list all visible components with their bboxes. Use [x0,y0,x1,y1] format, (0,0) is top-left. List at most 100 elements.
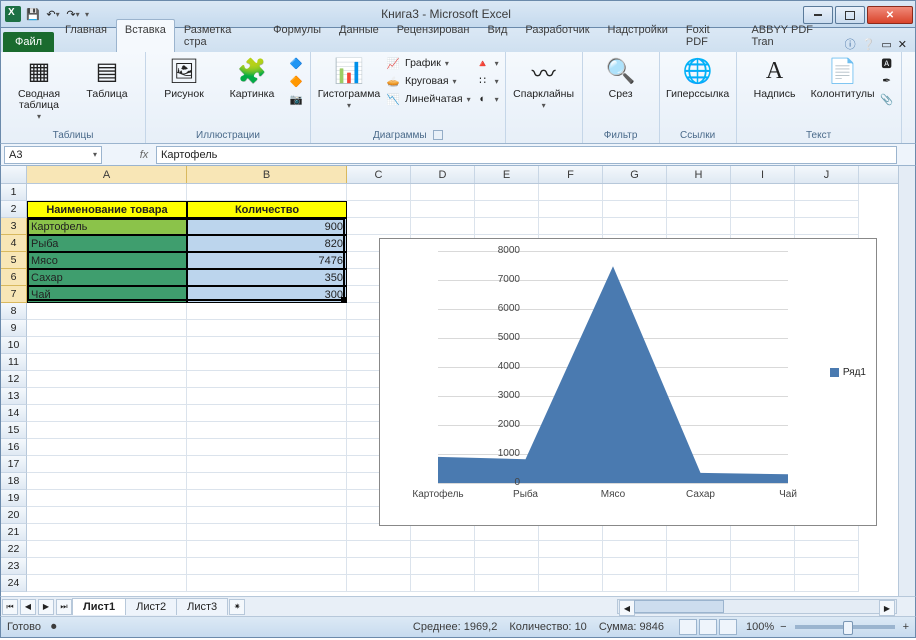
pivot-table-button[interactable]: ▦Сводная таблица▾ [7,55,71,122]
cell[interactable]: Наименование товара [27,201,187,218]
cell[interactable] [475,218,539,235]
column-header[interactable]: F [539,166,603,183]
pie-chart-button[interactable]: 🥧Круговая ▾ [385,73,471,89]
cell[interactable] [27,388,187,405]
normal-view-button[interactable] [679,619,697,635]
zoom-in-button[interactable]: + [903,621,909,633]
cell[interactable] [731,575,795,592]
row-header[interactable]: 3 [1,218,27,235]
cell[interactable] [347,524,411,541]
horizontal-scrollbar[interactable]: ◀ ▶ [617,599,897,614]
cell[interactable] [411,558,475,575]
row-header[interactable]: 21 [1,524,27,541]
row-header[interactable]: 1 [1,184,27,201]
new-sheet-button[interactable]: ✷ [229,599,245,615]
cell[interactable] [603,524,667,541]
row-header[interactable]: 16 [1,439,27,456]
cell[interactable] [27,337,187,354]
cell[interactable] [603,184,667,201]
cell[interactable] [795,524,859,541]
cell[interactable] [347,558,411,575]
cell[interactable] [475,575,539,592]
cell[interactable] [731,558,795,575]
cell[interactable] [187,558,347,575]
cell[interactable] [795,541,859,558]
macro-record-icon[interactable]: ⏺ [51,621,57,634]
table-button[interactable]: ▤Таблица [75,55,139,100]
cell[interactable] [27,354,187,371]
cell[interactable] [731,218,795,235]
cell[interactable] [27,405,187,422]
cell[interactable] [411,541,475,558]
cell[interactable] [187,456,347,473]
cell[interactable] [27,541,187,558]
cell[interactable] [347,541,411,558]
cell[interactable] [667,218,731,235]
ribbon-tab[interactable]: Главная [56,19,116,52]
row-header[interactable]: 2 [1,201,27,218]
cell[interactable] [539,218,603,235]
page-break-view-button[interactable] [719,619,737,635]
cell[interactable] [27,371,187,388]
ribbon-tab[interactable]: Вид [478,19,516,52]
row-header[interactable]: 14 [1,405,27,422]
cell[interactable] [27,184,187,201]
row-header[interactable]: 4 [1,235,27,252]
line-chart-button[interactable]: 📈График ▾ [385,55,471,71]
row-header[interactable]: 20 [1,507,27,524]
cell[interactable] [603,575,667,592]
cell[interactable]: Картофель [27,218,187,235]
cell[interactable] [795,575,859,592]
cell[interactable] [187,320,347,337]
cell[interactable] [731,201,795,218]
other-chart-button[interactable]: ◐▾ [475,91,499,107]
cell[interactable] [411,218,475,235]
cell[interactable] [603,201,667,218]
cell[interactable] [795,184,859,201]
cell[interactable] [187,490,347,507]
ribbon-tab[interactable]: ABBYY PDF Tran [742,19,844,52]
cell[interactable]: 7476 [187,252,347,269]
select-all-corner[interactable] [1,166,27,184]
cell[interactable] [475,201,539,218]
wordart-button[interactable]: 🅰 [879,55,895,71]
column-header[interactable]: D [411,166,475,183]
row-header[interactable]: 24 [1,575,27,592]
cell[interactable] [27,320,187,337]
cell[interactable] [667,524,731,541]
cell[interactable]: 350 [187,269,347,286]
screenshot-button[interactable]: 📷 [288,91,304,107]
cell[interactable] [187,405,347,422]
row-header[interactable]: 17 [1,456,27,473]
shapes-button[interactable]: 🔷 [288,55,304,71]
cell[interactable]: Сахар [27,269,187,286]
cell[interactable] [731,524,795,541]
save-icon[interactable]: 💾 [25,6,41,22]
cell[interactable] [667,201,731,218]
row-header[interactable]: 18 [1,473,27,490]
file-tab[interactable]: Файл [3,32,54,52]
ribbon-tab[interactable]: Foxit PDF [677,19,743,52]
cell[interactable] [731,184,795,201]
cell[interactable] [667,558,731,575]
cell[interactable]: Рыба [27,235,187,252]
column-header[interactable]: H [667,166,731,183]
column-header[interactable]: J [795,166,859,183]
cell[interactable] [187,371,347,388]
column-header[interactable]: G [603,166,667,183]
cell[interactable] [27,303,187,320]
symbols-button[interactable]: ΩСимволы▾ [908,55,916,111]
cell[interactable] [27,558,187,575]
doc-close-icon[interactable]: ✕ [898,38,907,51]
cell[interactable] [347,184,411,201]
column-chart-button[interactable]: 📊Гистограмма▾ [317,55,381,111]
sheet-tab[interactable]: Лист2 [125,598,177,615]
ribbon-tab[interactable]: Разработчик [516,19,598,52]
column-header[interactable]: C [347,166,411,183]
cell[interactable] [603,218,667,235]
clipart-button[interactable]: 🧩Картинка [220,55,284,100]
sparklines-button[interactable]: 〰Спарклайны▾ [512,55,576,111]
cell[interactable] [27,524,187,541]
vertical-scrollbar[interactable] [898,166,915,596]
row-header[interactable]: 11 [1,354,27,371]
